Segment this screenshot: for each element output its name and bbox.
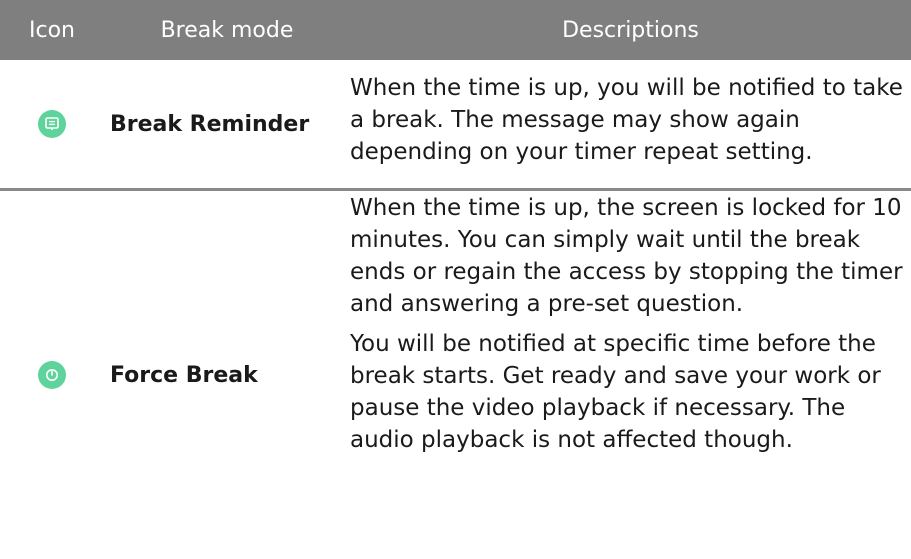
table-row-force-break: Force Break When the time is up, the scr… (0, 191, 911, 559)
message-icon (38, 110, 66, 138)
break-mode-label: Force Break (110, 362, 258, 388)
break-reminder-icon-cell (0, 110, 104, 138)
force-break-icon-cell (0, 361, 104, 389)
description-paragraph: When the time is up, you will be notifie… (350, 75, 903, 165)
table-row-break-reminder: Break Reminder When the time is up, you … (0, 60, 911, 188)
break-mode-table: Icon Break mode Descriptions Break Remin… (0, 0, 911, 559)
header-break-mode-column: Break mode (160, 17, 294, 43)
table-header: Icon Break mode Descriptions (0, 0, 911, 60)
power-icon (38, 361, 66, 389)
header-descriptions-column: Descriptions (562, 17, 699, 43)
force-break-description: When the time is up, the screen is locke… (350, 192, 911, 456)
description-paragraph: When the time is up, the screen is locke… (350, 195, 903, 317)
description-paragraph: You will be notified at specific time be… (350, 331, 881, 453)
break-mode-label: Break Reminder (110, 111, 310, 137)
break-reminder-description: When the time is up, you will be notifie… (350, 72, 911, 168)
header-icon-column: Icon (29, 17, 75, 43)
